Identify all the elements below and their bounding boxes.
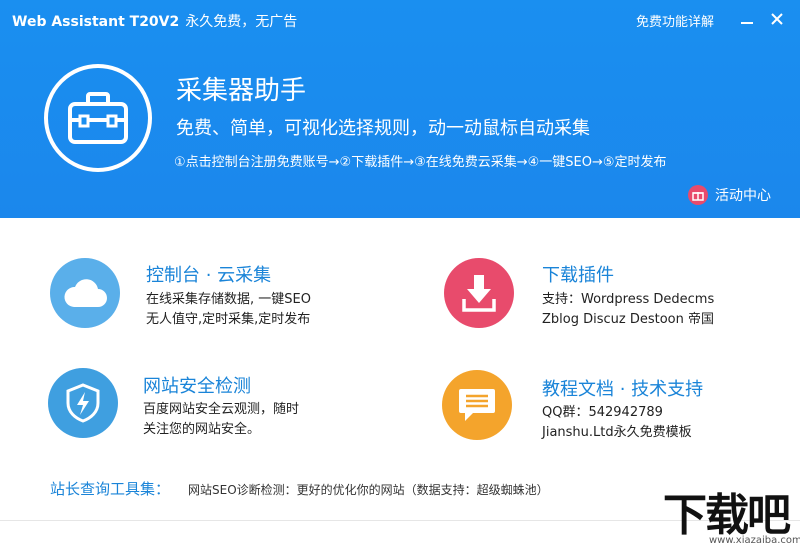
app-slogan: 永久免费，无广告	[185, 14, 298, 30]
webmaster-tools-label[interactable]: 站长查询工具集：	[50, 480, 170, 498]
watermark-text: 下载吧	[663, 490, 791, 541]
watermark-url: www.xiazaiba.com	[709, 535, 800, 546]
toolbox-icon	[68, 92, 128, 144]
support-card-desc-1: QQ群：542942789	[542, 405, 663, 420]
watermark-logo: 下载吧 www.xiazaiba.com	[663, 490, 800, 550]
support-card-desc-2: Jianshu.Ltd永久免费模板	[542, 425, 692, 440]
header-banner: Web Assistant T20V2 永久免费，无广告 免费功能详解 采集器助手…	[0, 0, 800, 218]
security-check-desc-1: 百度网站安全云观测，随时	[143, 402, 300, 417]
console-card-desc-2: 无人值守,定时采集,定时发布	[146, 312, 311, 327]
cloud-icon-circle[interactable]	[50, 258, 120, 328]
download-icon-circle[interactable]	[444, 258, 514, 328]
download-plugin-desc-2: Zblog Discuz Destoon 帝国	[542, 312, 715, 327]
gift-icon	[688, 185, 708, 205]
cloud-icon	[64, 279, 107, 307]
minimize-button[interactable]	[736, 8, 758, 30]
activity-center-button[interactable]: 活动中心	[688, 184, 771, 206]
free-features-link[interactable]: 免费功能详解	[636, 11, 714, 30]
title-bar[interactable]: Web Assistant T20V2 永久免费，无广告 免费功能详解	[0, 0, 800, 40]
app-title: Web Assistant T20V2 永久免费，无广告	[12, 11, 297, 31]
close-button[interactable]	[766, 8, 788, 30]
download-plugin-desc-1: 支持：Wordpress Dedecms	[542, 292, 715, 307]
close-icon	[771, 13, 783, 25]
download-icon	[462, 275, 496, 312]
activity-center-label: 活动中心	[715, 188, 771, 204]
shield-icon	[66, 383, 100, 423]
chat-icon-circle[interactable]	[442, 370, 512, 440]
console-card-desc-1: 在线采集存储数据, 一键SEO	[146, 292, 311, 307]
security-check-desc-2: 关注您的网站安全。	[143, 422, 261, 437]
hero-steps: ①点击控制台注册免费账号→②下载插件→③在线免费云采集→④一键SEO→⑤定时发布	[174, 155, 667, 170]
security-check-title[interactable]: 网站安全检测	[143, 372, 251, 398]
webmaster-tools-row: 站长查询工具集： 网站SEO诊断检测：更好的优化你的网站（数据支持：超级蜘蛛池）	[50, 478, 549, 499]
shield-icon-circle[interactable]	[48, 368, 118, 438]
hero-subtitle: 免费、简单，可视化选择规则，动一动鼠标自动采集	[176, 118, 590, 139]
hero-title: 采集器助手	[176, 76, 307, 106]
app-logo	[44, 64, 152, 172]
chat-bubble-icon	[459, 389, 495, 421]
download-plugin-title[interactable]: 下载插件	[542, 261, 614, 287]
console-card-title[interactable]: 控制台 · 云采集	[146, 261, 271, 287]
minimize-icon	[741, 22, 753, 24]
app-name: Web Assistant T20V2	[12, 14, 180, 30]
seo-check-link[interactable]: 网站SEO诊断检测：更好的优化你的网站（数据支持：超级蜘蛛池）	[188, 483, 549, 497]
support-card-title[interactable]: 教程文档 · 技术支持	[542, 375, 703, 401]
